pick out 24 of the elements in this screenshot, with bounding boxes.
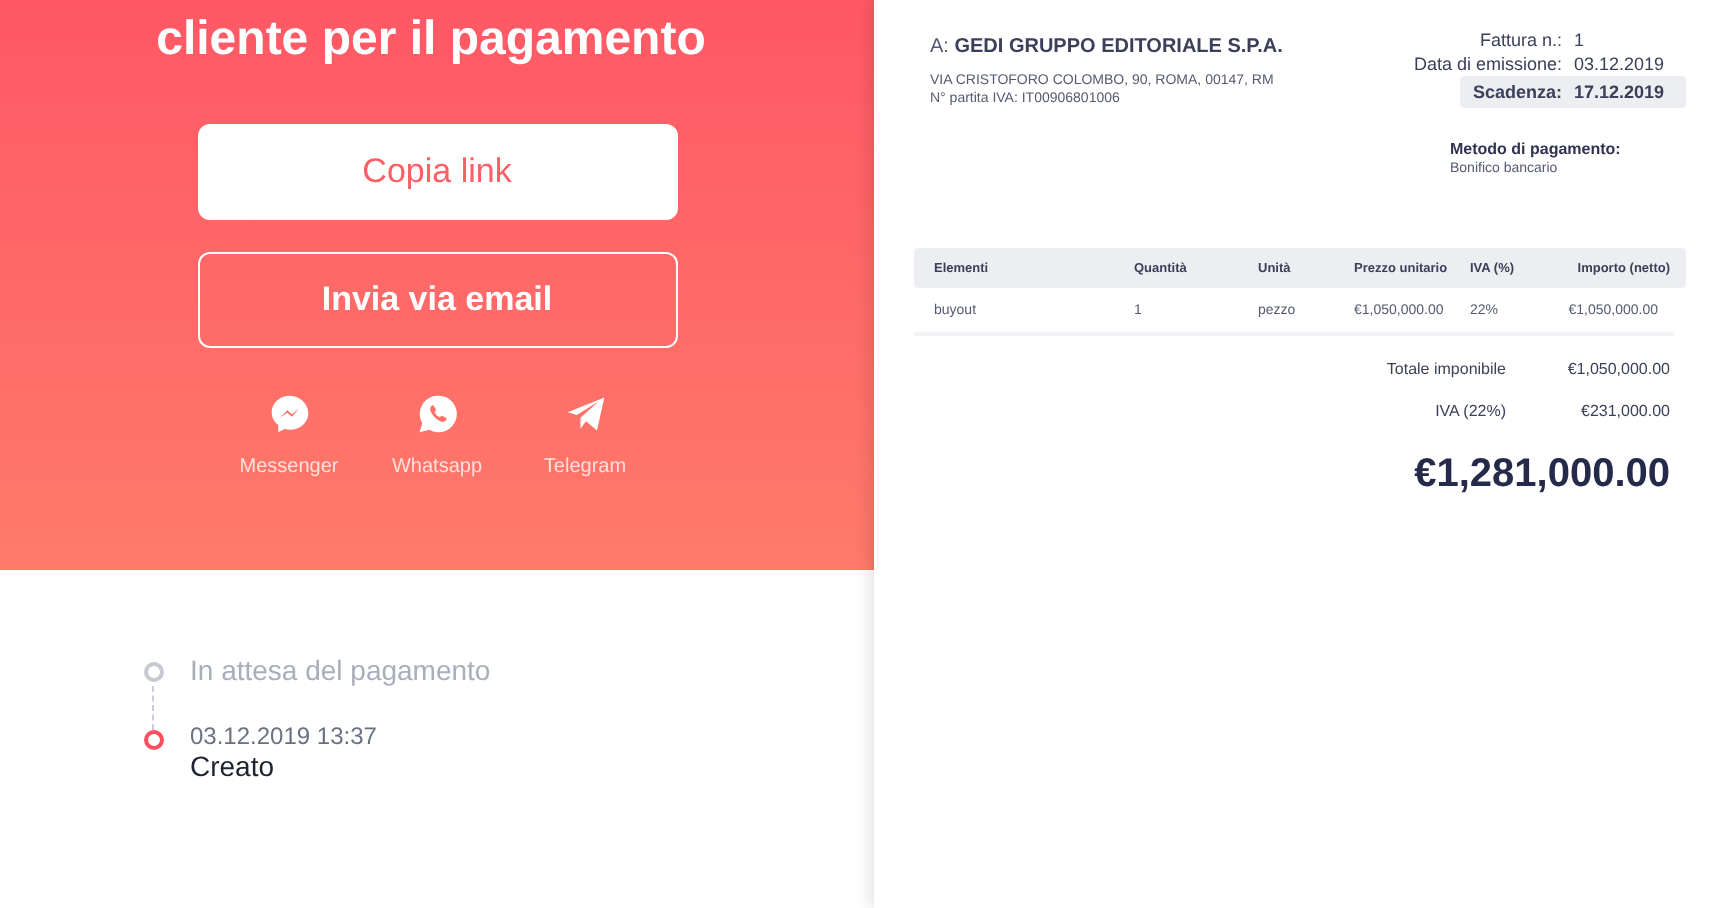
invoice-meta-row: Scadenza: 17.12.2019 [1460,76,1686,108]
event-title: Creato [190,750,277,782]
recipient-name: A: GEDI GRUPPO EDITORIALE S.P.A. [930,36,1283,58]
invoice-meta-row-text: Fattura n.: 1 [1477,28,1587,52]
email-button[interactable]: Invia via email [197,252,677,348]
payment-label: Metodo di pagamento: [1450,140,1623,158]
phone-bubble-icon [415,392,459,436]
share-title: cliente per il pagamento [156,12,706,68]
copy-link-button[interactable]: Copia link [197,124,677,220]
share-option[interactable]: Messenger [239,392,339,478]
grand-total: €1,281,000.00 [1414,452,1672,498]
chat-bubble-icon [267,392,311,436]
invoice-meta-row-text: Data di emissione: 03.12.2019 [1411,52,1667,76]
total-label: IVA (22%) [1435,402,1506,420]
event-time: 03.12.2019 13:37 [190,722,377,750]
event-title: In attesa del pagamento [190,654,491,686]
status-dot [144,730,164,750]
share-option[interactable]: Whatsapp [387,392,487,478]
total-value: €231,000.00 [1579,402,1670,420]
total-label: Totale imponibile [1386,360,1506,378]
total-value: €1,050,000.00 [1565,360,1670,378]
share-option[interactable]: Telegram [535,392,635,478]
paper-plane-icon [563,392,607,436]
status-dot [144,662,164,682]
